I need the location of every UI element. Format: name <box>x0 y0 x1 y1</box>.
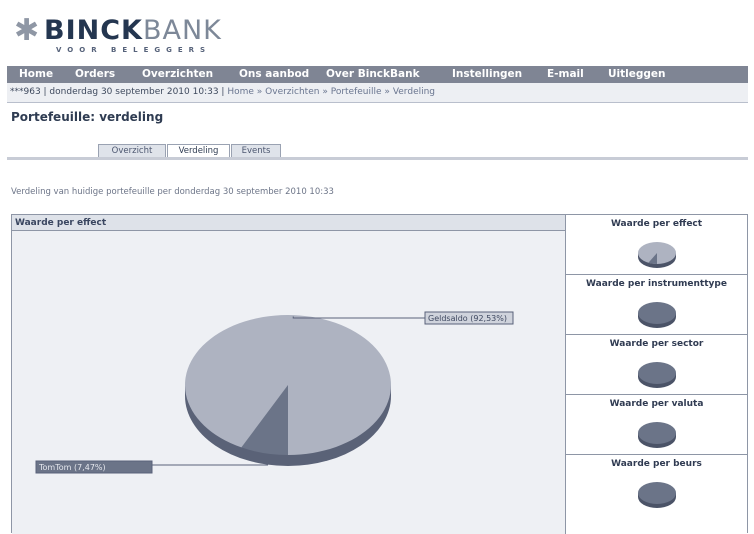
thumb-pie-icon <box>638 482 676 508</box>
logo-star-icon: ✱ <box>14 13 40 48</box>
breadcrumb-portefeuille[interactable]: Portefeuille <box>331 87 382 97</box>
thumb-waarde-per-beurs[interactable]: Waarde per beurs <box>566 455 747 534</box>
logo-tagline: VOOR BELEGGERS <box>56 46 212 54</box>
nav-orders[interactable]: Orders <box>75 66 115 83</box>
thumb-waarde-per-effect[interactable]: Waarde per effect <box>566 215 747 275</box>
thumb-label: Waarde per instrumenttype <box>586 279 727 289</box>
nav-instellingen[interactable]: Instellingen <box>452 66 522 83</box>
page-title: Portefeuille: verdeling <box>11 110 164 124</box>
main-chart-area: Waarde per effect TomTom (7,47%) Geldsald… <box>12 215 566 534</box>
nav-over-binckbank[interactable]: Over BinckBank <box>326 66 420 83</box>
thumb-label: Waarde per effect <box>610 219 703 229</box>
chart-panel-header: Waarde per effect <box>12 215 565 231</box>
thumb-pie-icon <box>638 242 676 268</box>
tab-verdeling[interactable]: Verdeling <box>167 144 230 157</box>
chart-panel: Waarde per effect TomTom (7,47%) Geldsald… <box>11 214 748 534</box>
breadcrumb-separator: » <box>322 87 328 97</box>
account-datetime: ***963 | donderdag 30 september 2010 10:… <box>10 87 228 97</box>
chart-selector: Waarde per effect Waarde per instrumentt… <box>566 215 747 534</box>
nav-home[interactable]: Home <box>19 66 53 83</box>
distribution-subtitle: Verdeling van huidige portefeuille per d… <box>11 187 334 197</box>
svg-text:TomTom (7,47%): TomTom (7,47%) <box>38 463 106 472</box>
nav-uitleggen[interactable]: Uitleggen <box>608 66 666 83</box>
breadcrumb: ***963 | donderdag 30 september 2010 10:… <box>7 83 748 103</box>
thumb-waarde-per-instrumenttype[interactable]: Waarde per instrumenttype <box>566 275 747 335</box>
nav-ons-aanbod[interactable]: Ons aanbod <box>239 66 309 83</box>
breadcrumb-overzichten[interactable]: Overzichten <box>265 87 319 97</box>
thumb-pie-icon <box>638 302 676 328</box>
thumb-label: Waarde per sector <box>609 339 704 349</box>
thumb-waarde-per-sector[interactable]: Waarde per sector <box>566 335 747 395</box>
breadcrumb-home[interactable]: Home <box>227 87 254 97</box>
tab-bar: Overzicht Verdeling Events <box>7 144 748 160</box>
thumb-pie-icon <box>638 362 676 388</box>
main-nav: Home Orders Overzichten Ons aanbod Over … <box>7 66 748 83</box>
logo-wordmark: BINCKBANK <box>44 15 222 46</box>
thumb-waarde-per-valuta[interactable]: Waarde per valuta <box>566 395 747 455</box>
nav-email[interactable]: E-mail <box>547 66 584 83</box>
nav-overzichten[interactable]: Overzichten <box>142 66 213 83</box>
thumb-label: Waarde per valuta <box>609 399 704 409</box>
svg-text:Geldsaldo (92,53%): Geldsaldo (92,53%) <box>428 314 507 323</box>
thumb-pie-icon <box>638 422 676 448</box>
tab-overzicht[interactable]: Overzicht <box>98 144 166 157</box>
tab-events[interactable]: Events <box>231 144 281 157</box>
pie-chart: TomTom (7,47%) Geldsaldo (92,53%) <box>35 311 514 474</box>
breadcrumb-separator: » <box>256 87 263 97</box>
thumb-label: Waarde per beurs <box>611 459 702 469</box>
breadcrumb-verdeling[interactable]: Verdeling <box>393 87 435 97</box>
binckbank-logo[interactable]: ✱ BINCKBANK VOOR BELEGGERS <box>14 13 221 55</box>
breadcrumb-separator: » <box>384 87 390 97</box>
pie-label: TomTom (7,47%) <box>35 460 268 474</box>
